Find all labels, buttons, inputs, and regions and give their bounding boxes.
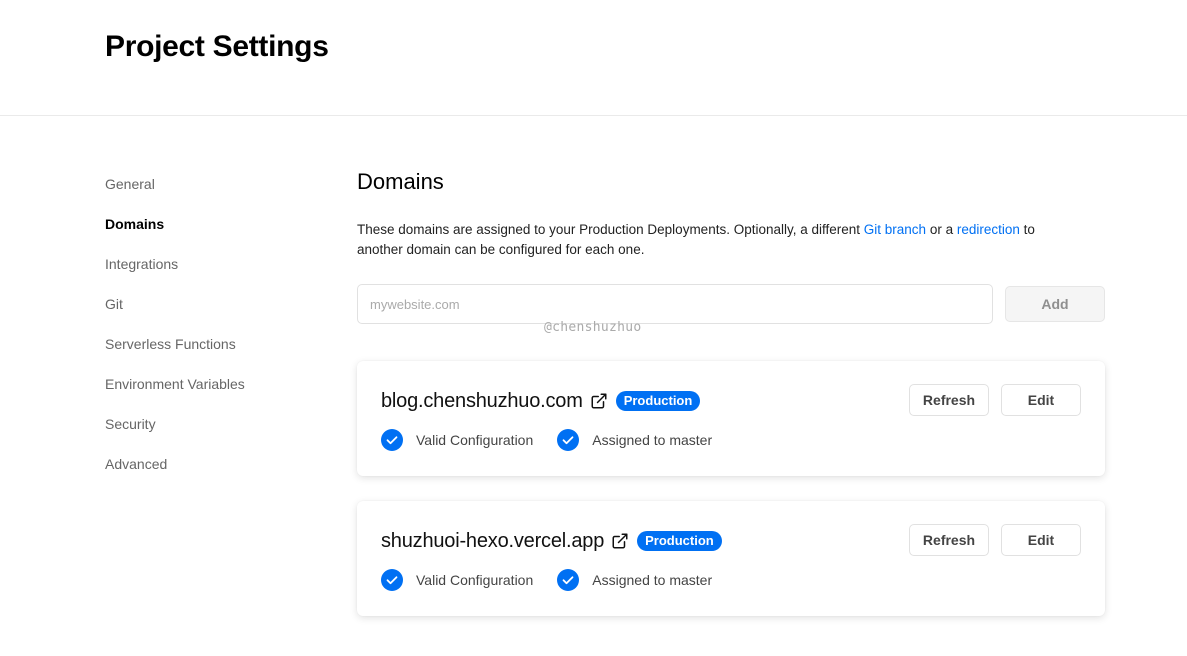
refresh-button[interactable]: Refresh <box>909 524 989 556</box>
domain-name[interactable]: shuzhuoi-hexo.vercel.app <box>381 530 604 553</box>
domain-card: shuzhuoi-hexo.vercel.app Production Vali… <box>357 501 1105 616</box>
sidebar-item-serverless-functions[interactable]: Serverless Functions <box>105 336 305 376</box>
edit-button[interactable]: Edit <box>1001 524 1081 556</box>
check-circle-icon <box>557 429 580 451</box>
settings-sidebar: General Domains Integrations Git Serverl… <box>105 176 305 496</box>
check-circle-icon <box>381 429 403 451</box>
status-label: Assigned to master <box>592 572 713 588</box>
external-link-icon[interactable] <box>590 392 608 410</box>
domain-name[interactable]: blog.chenshuzhuo.com <box>381 390 583 413</box>
domain-input[interactable] <box>357 284 993 324</box>
description-text-2: or a <box>926 222 957 237</box>
check-circle-icon <box>557 569 580 591</box>
sidebar-item-domains[interactable]: Domains <box>105 216 305 256</box>
git-branch-link[interactable]: Git branch <box>864 222 926 237</box>
domain-status-row: Valid Configuration Assigned to master <box>381 429 736 451</box>
domains-description: These domains are assigned to your Produ… <box>357 220 1077 260</box>
external-link-icon[interactable] <box>611 532 629 550</box>
watermark: @chenshuzhuo <box>544 320 642 335</box>
add-domain-button[interactable]: Add <box>1005 286 1105 322</box>
domain-card: blog.chenshuzhuo.com Production Valid Co… <box>357 361 1105 476</box>
status-valid-configuration: Valid Configuration <box>381 569 533 591</box>
description-text-1: These domains are assigned to your Produ… <box>357 222 864 237</box>
status-assigned-branch: Assigned to master <box>557 429 712 451</box>
status-assigned-branch: Assigned to master <box>557 569 712 591</box>
domains-section: Domains These domains are assigned to yo… <box>357 168 1105 324</box>
domain-title-row: shuzhuoi-hexo.vercel.app Production <box>381 528 722 554</box>
redirection-link[interactable]: redirection <box>957 222 1020 237</box>
sidebar-item-git[interactable]: Git <box>105 296 305 336</box>
status-label: Assigned to master <box>592 432 713 448</box>
status-label: Valid Configuration <box>416 432 534 448</box>
production-badge: Production <box>615 391 701 411</box>
domain-status-row: Valid Configuration Assigned to master <box>381 569 736 591</box>
check-circle-icon <box>381 569 403 591</box>
domain-title-row: blog.chenshuzhuo.com Production <box>381 388 701 414</box>
status-label: Valid Configuration <box>416 572 534 588</box>
page-header: Project Settings <box>0 0 1187 116</box>
status-valid-configuration: Valid Configuration <box>381 429 533 451</box>
page-title: Project Settings <box>105 30 329 63</box>
edit-button[interactable]: Edit <box>1001 384 1081 416</box>
add-domain-row: Add <box>357 284 1105 324</box>
sidebar-item-security[interactable]: Security <box>105 416 305 456</box>
refresh-button[interactable]: Refresh <box>909 384 989 416</box>
sidebar-item-general[interactable]: General <box>105 176 305 216</box>
production-badge: Production <box>637 531 722 551</box>
sidebar-item-integrations[interactable]: Integrations <box>105 256 305 296</box>
section-title: Domains <box>357 169 444 194</box>
sidebar-item-environment-variables[interactable]: Environment Variables <box>105 376 305 416</box>
sidebar-item-advanced[interactable]: Advanced <box>105 456 305 496</box>
